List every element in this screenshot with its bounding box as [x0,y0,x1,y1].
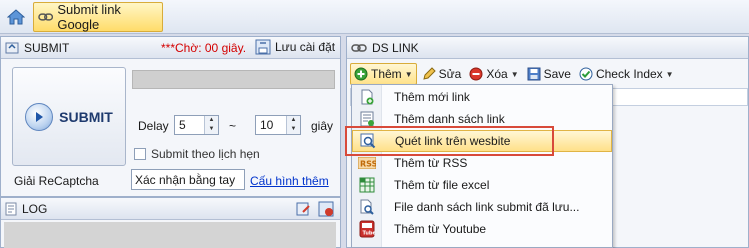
save-label: Save [543,67,571,81]
submit-panel: SUBMIT ***Chờ: 00 giây. Lưu cài đặt SUBM… [0,36,341,197]
log-panel-title: LOG [22,201,48,216]
submit-button[interactable]: SUBMIT [12,67,126,166]
schedule-checkbox-label: Submit theo lịch hẹn [151,147,260,161]
save-settings-icon [255,39,271,55]
home-icon [7,9,25,25]
home-button[interactable] [4,6,28,28]
menu-item-label: Thêm mới link [394,90,470,104]
menu-item-label: Thêm danh sách link [394,112,505,126]
tab-submit-link-google[interactable]: Submit link Google [33,2,163,32]
svg-text:Tube: Tube [363,231,376,237]
check-index-label: Check Index [595,67,663,81]
excel-icon [359,177,375,193]
edit-label: Sửa [438,67,462,81]
edit-button[interactable]: Sửa [419,63,465,85]
search-file-icon [360,199,374,215]
stepper-up-icon[interactable]: ▲ [205,116,218,125]
delete-label: Xóa [486,67,508,81]
add-page-icon [361,89,374,105]
log-header-icon [5,202,17,215]
svg-text:RSS: RSS [360,160,376,169]
stepper-down-icon[interactable]: ▼ [287,125,300,134]
captcha-select[interactable]: Xác nhận bằng tay [131,169,245,190]
menu-item-add-new-link[interactable]: Thêm mới link [352,86,612,108]
menu-item-label: Thêm từ RSS [394,156,468,170]
delay-to-stepper[interactable]: 10 ▲ ▼ [255,115,301,135]
log-output [4,222,336,248]
save-button[interactable]: Save [524,63,574,85]
menu-item-add-from-excel[interactable]: Thêm từ file excel [352,174,612,196]
save-settings-button[interactable]: Lưu cài đặt [255,39,335,55]
schedule-checkbox[interactable] [134,148,146,160]
config-link[interactable]: Cấu hình thêm [250,174,329,188]
link-icon [351,43,367,52]
stepper-down-icon[interactable]: ▼ [205,125,218,134]
stepper-up-icon[interactable]: ▲ [287,116,300,125]
captcha-label: Giải ReCaptcha [14,174,99,188]
chevron-down-icon: ▼ [510,69,519,79]
schedule-row[interactable]: Submit theo lịch hẹn [134,147,260,161]
menu-item-saved-link-file[interactable]: File danh sách link submit đã lưu... [352,196,612,218]
submit-header-icon [5,42,19,53]
delay-label: Delay [138,119,169,133]
dslink-toolbar: Thêm ▼ Sửa Xóa ▼ Save Check Index ▼ [350,62,748,86]
highlight-annotation [345,126,554,156]
submit-panel-title: SUBMIT [24,40,70,55]
youtube-icon: Tube [359,220,375,238]
add-label: Thêm [371,67,402,81]
menu-item-label: Thêm từ Youtube [394,222,487,236]
save-log-icon[interactable] [318,201,334,217]
menu-item-label: File danh sách link submit đã lưu... [394,200,580,214]
log-panel-header: LOG [1,198,340,220]
progress-bar [132,70,335,89]
save-settings-label: Lưu cài đặt [275,40,336,54]
delete-icon [469,67,483,81]
play-icon [25,102,54,131]
dslink-panel-title: DS LINK [372,40,419,55]
plus-icon [354,67,368,81]
clear-log-icon[interactable] [295,201,311,217]
pencil-icon [422,67,436,80]
delay-from-value: 5 [179,118,186,132]
menu-item-label: Thêm từ file excel [394,178,490,192]
save-icon [527,67,541,81]
top-toolbar: Submit link Google [0,0,749,34]
add-dropdown-menu: Thêm mới link Thêm danh sách link Quét l… [351,84,613,248]
delay-separator: ~ [229,119,237,133]
rss-icon: RSS [358,157,376,169]
delay-unit: giây [311,119,334,133]
submit-panel-header: SUBMIT ***Chờ: 00 giây. Lưu cài đặt [1,37,340,59]
dslink-panel-header: DS LINK [347,37,748,59]
delete-button[interactable]: Xóa ▼ [466,63,521,85]
wait-countdown: ***Chờ: 00 giây. [161,41,247,55]
check-index-button[interactable]: Check Index ▼ [576,63,677,85]
submit-button-label: SUBMIT [59,108,113,125]
delay-from-stepper[interactable]: 5 ▲ ▼ [174,115,219,135]
check-icon [579,67,593,81]
tab-label: Submit link Google [57,2,121,32]
chevron-down-icon: ▼ [404,69,413,79]
chevron-down-icon: ▼ [665,69,674,79]
delay-to-value: 10 [260,118,274,132]
link-icon [38,13,54,21]
list-add-icon [360,111,374,127]
log-panel: LOG [0,197,341,248]
menu-item-add-from-youtube[interactable]: Tube Thêm từ Youtube [352,218,612,240]
add-dropdown-button[interactable]: Thêm ▼ [350,63,417,85]
